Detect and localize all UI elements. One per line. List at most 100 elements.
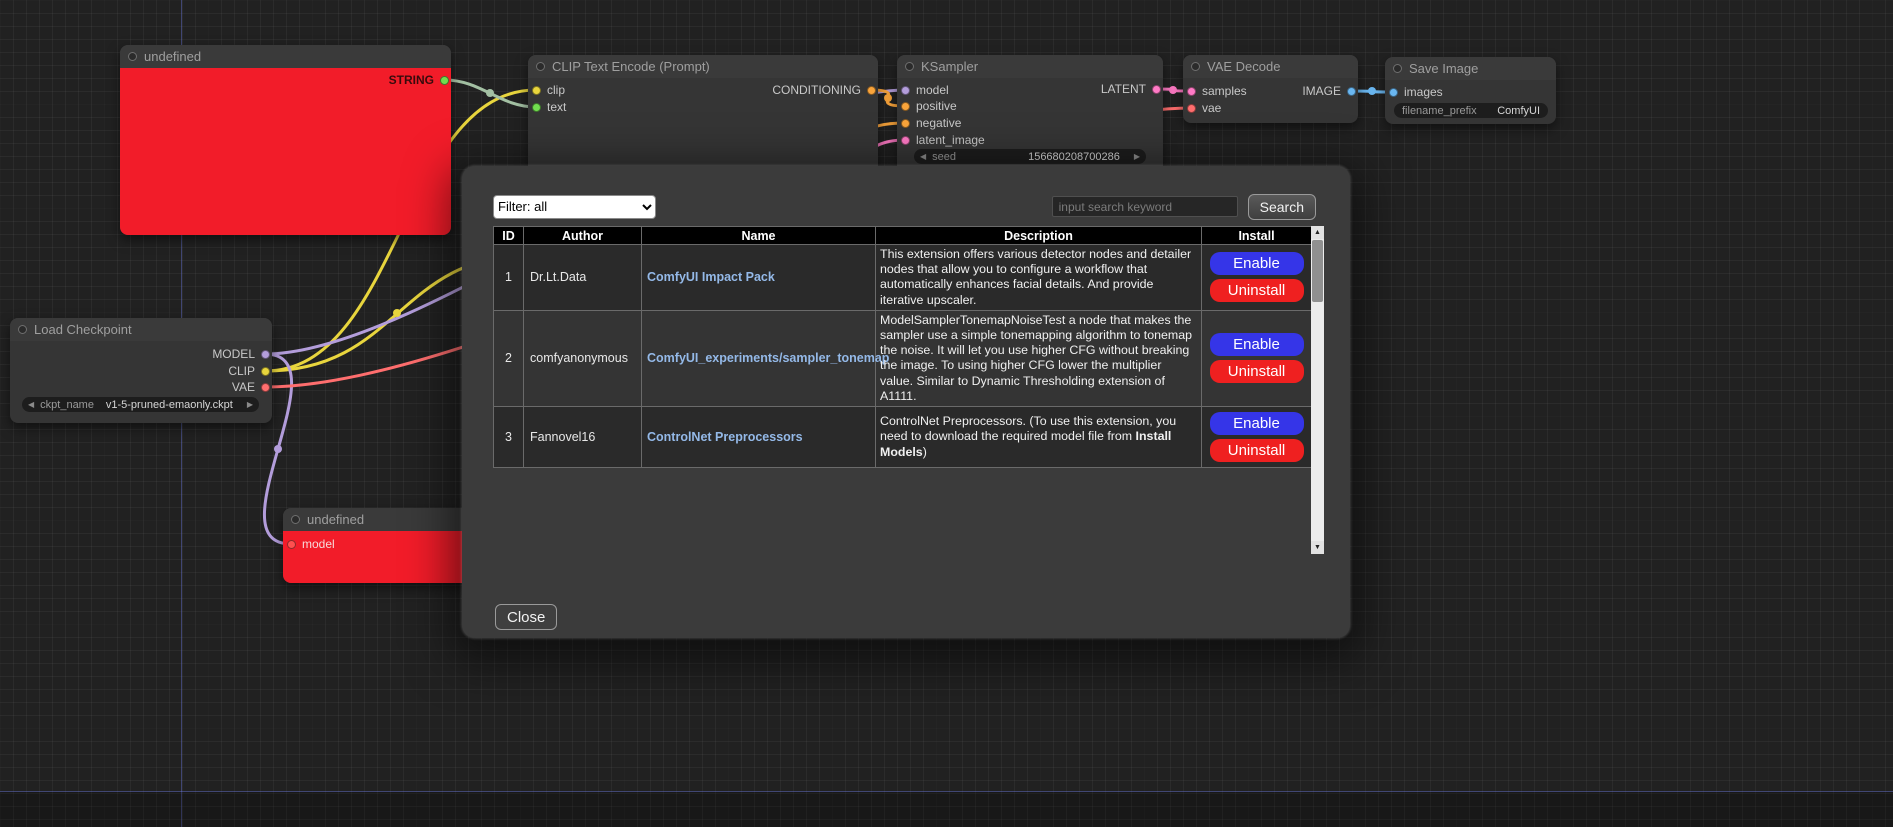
output-slot-vae: VAE <box>232 380 270 394</box>
node-title: undefined <box>307 512 364 527</box>
table-header-row: ID Author Name Description Install <box>494 227 1312 245</box>
slot-label: CLIP <box>228 364 255 378</box>
input-dot-vae[interactable] <box>1187 104 1196 113</box>
input-slot-vae: vae <box>1187 101 1221 115</box>
node-title-bar[interactable]: CLIP Text Encode (Prompt) <box>528 55 878 78</box>
input-slot-clip: clip <box>532 83 565 97</box>
extension-link[interactable]: ComfyUI_experiments/sampler_tonemap <box>647 351 889 365</box>
node-body[interactable]: model positive negative latent_image LAT… <box>897 78 1163 180</box>
custom-nodes-dialog: Filter: all Search ID Author Name Descri… <box>462 166 1350 638</box>
collapse-dot[interactable] <box>291 515 300 524</box>
input-dot-latent-image[interactable] <box>901 136 910 145</box>
table-scrollbar[interactable]: ▲ ▼ <box>1311 226 1324 554</box>
input-slot-samples: samples <box>1187 84 1247 98</box>
cell-name: ComfyUI_experiments/sampler_tonemap <box>642 310 876 406</box>
slot-label: vae <box>1202 101 1221 115</box>
scroll-up-icon[interactable]: ▲ <box>1311 226 1324 239</box>
output-dot-latent[interactable] <box>1152 85 1161 94</box>
table-row: 2comfyanonymousComfyUI_experiments/sampl… <box>494 310 1312 406</box>
input-dot-clip[interactable] <box>532 86 541 95</box>
input-slot-latent-image: latent_image <box>901 133 985 147</box>
output-dot-vae[interactable] <box>261 383 270 392</box>
uninstall-button[interactable]: Uninstall <box>1210 279 1304 302</box>
node-error-body[interactable]: STRING <box>120 68 451 235</box>
output-dot-model[interactable] <box>261 350 270 359</box>
enable-button[interactable]: Enable <box>1210 333 1304 356</box>
enable-button[interactable]: Enable <box>1210 412 1304 435</box>
output-dot-image[interactable] <box>1347 87 1356 96</box>
input-dot-samples[interactable] <box>1187 87 1196 96</box>
filter-select[interactable]: Filter: all <box>493 195 656 219</box>
cell-install: Enable Uninstall <box>1202 245 1312 311</box>
uninstall-button[interactable]: Uninstall <box>1210 439 1304 462</box>
slot-label: images <box>1404 85 1443 99</box>
ckpt-name-widget[interactable]: ◀ ckpt_name v1-5-pruned-emaonly.ckpt ▶ <box>22 397 259 412</box>
cell-description: ControlNet Preprocessors. (To use this e… <box>876 407 1202 468</box>
scrollbar-thumb[interactable] <box>1312 240 1323 302</box>
slot-label: negative <box>916 116 961 130</box>
node-undefined-top[interactable]: undefined STRING <box>120 45 451 235</box>
seed-widget[interactable]: ◀ seed 156680208700286 ▶ <box>914 149 1146 164</box>
collapse-dot[interactable] <box>128 52 137 61</box>
collapse-dot[interactable] <box>18 325 27 334</box>
collapse-dot[interactable] <box>1191 62 1200 71</box>
cell-description: ModelSamplerTonemapNoiseTest a node that… <box>876 310 1202 406</box>
node-title-bar[interactable]: KSampler <box>897 55 1163 78</box>
widget-right-arrow-icon[interactable]: ▶ <box>1128 152 1146 161</box>
node-title-bar[interactable]: undefined <box>120 45 451 68</box>
node-body[interactable]: images filename_prefix ComfyUI <box>1385 80 1556 124</box>
input-dot-model[interactable] <box>901 86 910 95</box>
node-ksampler[interactable]: KSampler model positive negative latent_… <box>897 55 1163 180</box>
cell-id: 2 <box>494 310 524 406</box>
input-dot-model[interactable] <box>287 540 296 549</box>
collapse-dot[interactable] <box>905 62 914 71</box>
widget-right-arrow-icon[interactable]: ▶ <box>241 400 259 409</box>
node-body[interactable]: MODEL CLIP VAE ◀ ckpt_name v1-5-pruned-e… <box>10 341 272 423</box>
extension-link[interactable]: ControlNet Preprocessors <box>647 430 803 444</box>
table-row: 3Fannovel16ControlNet PreprocessorsContr… <box>494 407 1312 468</box>
slot-label: VAE <box>232 380 255 394</box>
output-dot-clip[interactable] <box>261 367 270 376</box>
node-title-bar[interactable]: Load Checkpoint <box>10 318 272 341</box>
search-input[interactable] <box>1052 196 1238 217</box>
widget-left-arrow-icon[interactable]: ◀ <box>22 400 40 409</box>
collapse-dot[interactable] <box>1393 64 1402 73</box>
slot-label: LATENT <box>1101 82 1146 96</box>
node-vae-decode[interactable]: VAE Decode samples vae IMAGE <box>1183 55 1358 123</box>
node-load-checkpoint[interactable]: Load Checkpoint MODEL CLIP VAE ◀ ckpt_na… <box>10 318 272 423</box>
cell-author: comfyanonymous <box>524 310 642 406</box>
node-title-bar[interactable]: Save Image <box>1385 57 1556 80</box>
input-slot-model: model <box>287 537 335 551</box>
cell-name: ComfyUI Impact Pack <box>642 245 876 311</box>
input-slot-model: model <box>901 83 949 97</box>
output-slot-string: STRING <box>389 73 449 87</box>
cell-install: Enable Uninstall <box>1202 407 1312 468</box>
node-body[interactable]: samples vae IMAGE <box>1183 78 1358 123</box>
node-save-image[interactable]: Save Image images filename_prefix ComfyU… <box>1385 57 1556 124</box>
scroll-down-icon[interactable]: ▼ <box>1311 541 1324 554</box>
node-title: CLIP Text Encode (Prompt) <box>552 59 710 74</box>
slot-label: clip <box>547 83 565 97</box>
enable-button[interactable]: Enable <box>1210 252 1304 275</box>
extension-link[interactable]: ComfyUI Impact Pack <box>647 270 775 284</box>
widget-value: v1-5-pruned-emaonly.ckpt <box>106 399 233 411</box>
input-dot-positive[interactable] <box>901 102 910 111</box>
input-dot-text[interactable] <box>532 103 541 112</box>
close-button[interactable]: Close <box>495 604 557 630</box>
extensions-table-container: ID Author Name Description Install 1Dr.L… <box>493 226 1324 554</box>
comfyui-canvas[interactable]: { "canvas": { "nodes": { "undefined_top"… <box>0 0 1893 827</box>
node-title-bar[interactable]: VAE Decode <box>1183 55 1358 78</box>
search-button[interactable]: Search <box>1248 194 1316 220</box>
col-header-install: Install <box>1202 227 1312 245</box>
widget-label: seed <box>932 151 956 163</box>
output-dot-string[interactable] <box>440 76 449 85</box>
input-dot-negative[interactable] <box>901 119 910 128</box>
filename-prefix-widget[interactable]: filename_prefix ComfyUI <box>1394 103 1548 118</box>
slot-label: CONDITIONING <box>772 83 861 97</box>
output-dot-conditioning[interactable] <box>867 86 876 95</box>
widget-left-arrow-icon[interactable]: ◀ <box>914 152 932 161</box>
input-dot-images[interactable] <box>1389 88 1398 97</box>
collapse-dot[interactable] <box>536 62 545 71</box>
node-title: Save Image <box>1409 61 1478 76</box>
uninstall-button[interactable]: Uninstall <box>1210 360 1304 383</box>
